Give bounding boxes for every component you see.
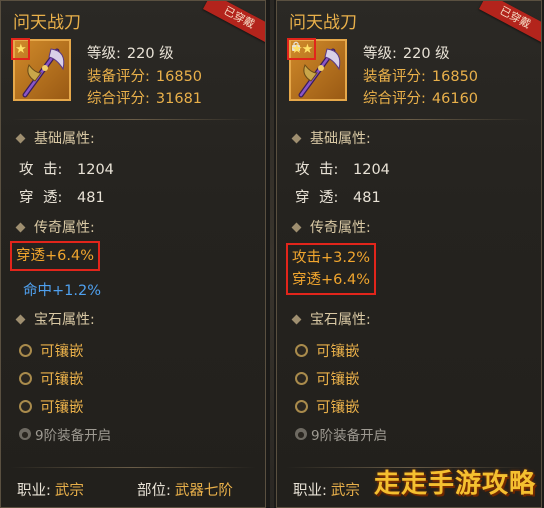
- gem-slot[interactable]: 可镶嵌: [19, 368, 84, 389]
- pierce-attribute: 穿透: 481: [19, 190, 105, 206]
- total-score-stat: 综合评分: 31681: [87, 87, 202, 108]
- legendary-highlight-box: 攻击+3.2% 穿透+6.4%: [286, 243, 376, 295]
- job-field: 职业: 武宗: [17, 483, 84, 499]
- equipped-ribbon: 已穿戴: [478, 1, 541, 43]
- base-attributes-title: 基础属性:: [291, 128, 371, 148]
- total-score-stat: 综合评分: 46160: [363, 87, 478, 108]
- gem-socket-icon: [19, 372, 32, 385]
- divider: [287, 119, 531, 120]
- legendary-attributes-title: 传奇属性:: [15, 217, 95, 237]
- bullet-icon: [15, 222, 26, 232]
- lock-icon: ●: [295, 428, 307, 440]
- level-label: 等级:: [363, 46, 397, 62]
- gem-socket-icon: [295, 400, 308, 413]
- item-title: 问天战刀: [289, 13, 357, 33]
- equip-score-label: 装备评分:: [363, 69, 426, 85]
- unlock-hint: ● 9阶装备开启: [295, 424, 387, 444]
- divider: [11, 467, 255, 468]
- gem-attributes-title: 宝石属性:: [15, 309, 95, 329]
- total-score-value: 31681: [155, 91, 203, 107]
- gem-socket-icon: [295, 344, 308, 357]
- equip-score-value: 16850: [431, 69, 479, 85]
- attack-attribute: 攻击: 1204: [19, 162, 114, 178]
- level-value: 220 级: [126, 46, 174, 62]
- level-stat: 等级: 220 级: [363, 42, 450, 63]
- star-rating-highlight: ★★: [287, 38, 317, 60]
- legendary-stat: 攻击+3.2%: [292, 250, 370, 266]
- level-stat: 等级: 220 级: [87, 42, 174, 63]
- star-rating-highlight: ★: [11, 38, 30, 60]
- total-score-value: 46160: [431, 91, 479, 107]
- watermark-logo: 走走手游攻略: [373, 469, 536, 499]
- item-title: 问天战刀: [13, 13, 81, 33]
- total-score-label: 综合评分:: [87, 91, 150, 107]
- gem-slot[interactable]: 可镶嵌: [295, 368, 360, 389]
- legendary-attributes-title: 传奇属性:: [291, 217, 371, 237]
- bullet-icon: [291, 314, 302, 324]
- bullet-icon: [291, 133, 302, 143]
- gem-slot[interactable]: 可镶嵌: [295, 340, 360, 361]
- item-tooltip-left: 问天战刀 已穿戴 ★ 等级: 220 级 装备评分: 16850 综合评分: 3168…: [0, 0, 266, 508]
- equip-score-stat: 装备评分: 16850: [363, 65, 478, 86]
- gem-attributes-title: 宝石属性:: [291, 309, 371, 329]
- gem-slot[interactable]: 可镶嵌: [295, 396, 360, 417]
- legendary-stat-blue: 命中+1.2%: [23, 283, 101, 299]
- gem-socket-icon: [19, 344, 32, 357]
- gem-slot[interactable]: 可镶嵌: [19, 340, 84, 361]
- slot-field: 部位: 武器七阶: [137, 483, 233, 499]
- bullet-icon: [291, 222, 302, 232]
- star-icon: ★★: [291, 41, 313, 57]
- item-tooltip-right: 问天战刀 已穿戴 ★★ 等级: 220 级 装备评分: 16850 综合评分: 461…: [276, 0, 542, 508]
- gem-slot[interactable]: 可镶嵌: [19, 396, 84, 417]
- gem-socket-icon: [295, 372, 308, 385]
- unlock-hint: ● 9阶装备开启: [19, 424, 111, 444]
- bullet-icon: [15, 314, 26, 324]
- attack-attribute: 攻击: 1204: [295, 162, 390, 178]
- pierce-attribute: 穿透: 481: [295, 190, 381, 206]
- equipped-ribbon: 已穿戴: [202, 1, 265, 43]
- equip-score-value: 16850: [155, 69, 203, 85]
- legendary-stat: 穿透+6.4%: [292, 272, 370, 288]
- total-score-label: 综合评分:: [363, 91, 426, 107]
- level-value: 220 级: [402, 46, 450, 62]
- gem-socket-icon: [19, 400, 32, 413]
- lock-icon: ●: [19, 428, 31, 440]
- background-divider: [270, 0, 274, 508]
- equip-score-stat: 装备评分: 16850: [87, 65, 202, 86]
- level-label: 等级:: [87, 46, 121, 62]
- bullet-icon: [15, 133, 26, 143]
- base-attributes-title: 基础属性:: [15, 128, 95, 148]
- divider: [11, 119, 255, 120]
- equip-score-label: 装备评分:: [87, 69, 150, 85]
- star-icon: ★: [15, 41, 27, 57]
- legendary-stat: 穿透+6.4%: [16, 248, 94, 264]
- legendary-highlight-box: 穿透+6.4%: [10, 241, 100, 271]
- job-field: 职业: 武宗: [293, 483, 360, 499]
